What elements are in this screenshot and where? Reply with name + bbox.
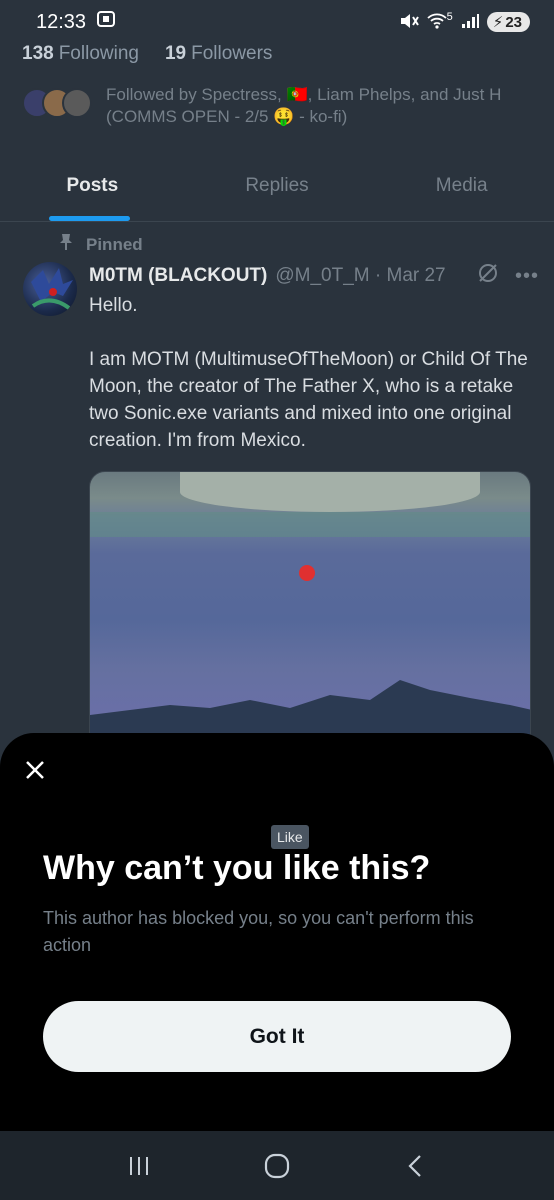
following-link[interactable]: 138 Following — [22, 43, 139, 65]
author-name[interactable]: M0TM (BLACKOUT) — [89, 265, 267, 287]
got-it-button[interactable]: Got It — [43, 1001, 511, 1072]
mute-icon — [399, 12, 419, 33]
followers-count: 19 — [164, 43, 187, 64]
wifi-superscript: 5 — [446, 11, 453, 23]
follow-counts: 138 Following 19 Followers — [22, 43, 272, 65]
followed-by[interactable]: Followed by Spectress, 🇵🇹, Liam Phelps, … — [22, 84, 532, 128]
charging-icon: ⚡ — [492, 14, 504, 31]
mutual-avatars — [22, 84, 92, 124]
home-button[interactable] — [247, 1146, 307, 1186]
image-cloud — [180, 472, 480, 512]
signal-icon — [461, 13, 479, 32]
home-icon — [264, 1153, 290, 1178]
avatar[interactable] — [23, 262, 77, 316]
screenshot-icon — [96, 10, 116, 34]
battery-level: 23 — [505, 13, 522, 31]
author-handle[interactable]: @M_0T_M · Mar 27 — [275, 265, 445, 287]
recent-apps-icon — [130, 1156, 148, 1175]
image-red-moon — [299, 565, 315, 581]
status-time: 12:33 — [36, 10, 87, 33]
back-button[interactable] — [385, 1146, 445, 1186]
status-bar: 12:33 5 ⚡ 23 — [0, 0, 554, 44]
post-paragraph: I am MOTM (MultimuseOfTheMoon) or Child … — [89, 349, 528, 451]
system-nav-bar — [0, 1131, 554, 1200]
more-options-icon[interactable]: ••• — [515, 265, 539, 288]
pinned-text: Pinned — [86, 234, 143, 254]
profile-tabs: Posts Replies Media — [0, 150, 554, 222]
image-cloud-band — [90, 512, 530, 537]
battery-indicator: ⚡ 23 — [486, 12, 530, 32]
mutual-avatar — [62, 88, 92, 118]
tab-replies[interactable]: Replies — [185, 150, 370, 221]
followers-label: Followers — [191, 43, 273, 64]
sheet-title: Why can’t you like this? — [43, 849, 431, 887]
sheet-description: This author has blocked you, so you can'… — [43, 908, 474, 955]
tab-posts[interactable]: Posts — [0, 150, 185, 221]
following-count: 138 — [22, 43, 54, 64]
post-greeting: Hello. — [89, 295, 138, 316]
followed-by-text: Followed by Spectress, 🇵🇹, Liam Phelps, … — [106, 85, 502, 126]
grok-icon[interactable] — [477, 262, 499, 290]
back-icon — [408, 1154, 421, 1177]
wifi-icon — [427, 13, 447, 32]
tab-media[interactable]: Media — [369, 150, 554, 221]
like-tooltip: Like — [271, 825, 309, 849]
post-header: M0TM (BLACKOUT) @M_0T_M · Mar 27 ••• — [89, 262, 539, 290]
blocked-like-sheet: Like Why can’t you like this? This autho… — [0, 733, 554, 1131]
pinned-label: Pinned — [58, 233, 143, 256]
post-text: Hello. I am MOTM (MultimuseOfTheMoon) or… — [89, 292, 534, 481]
pin-icon — [58, 233, 74, 256]
recent-apps-button[interactable] — [109, 1146, 169, 1186]
following-label: Following — [58, 43, 139, 64]
followers-link[interactable]: 19 Followers — [165, 43, 272, 65]
image-mountains — [90, 680, 530, 740]
close-button[interactable] — [22, 757, 48, 783]
close-icon — [26, 761, 44, 779]
